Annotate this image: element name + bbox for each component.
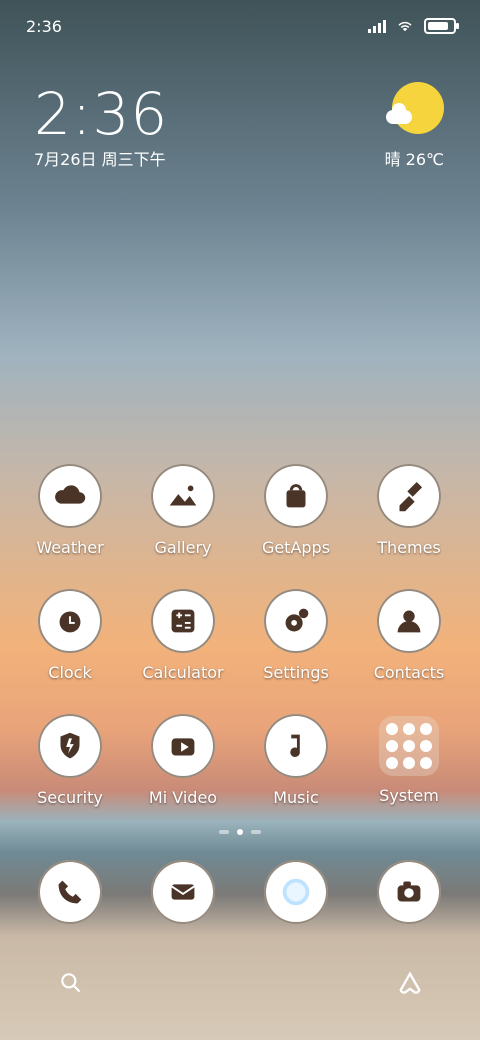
system-folder-icon [379,716,439,776]
app-themes[interactable]: Themes [354,464,464,557]
getapps-icon [264,464,328,528]
signal-icon [368,19,386,33]
app-mi-video[interactable]: Mi Video [128,714,238,807]
search-icon[interactable] [58,970,84,996]
clock-widget-date: 7月26日 周三下午 [34,150,166,169]
page-indicator [0,829,480,835]
security-icon [38,714,102,778]
contacts-icon [377,589,441,653]
app-weather[interactable]: Weather [15,464,125,557]
app-contacts[interactable]: Contacts [354,589,464,682]
app-settings[interactable]: Settings [241,589,351,682]
app-gallery[interactable]: Gallery [128,464,238,557]
weather-temp: 晴 26℃ [384,150,444,169]
app-clock[interactable]: Clock [15,589,125,682]
app-getapps[interactable]: GetApps [241,464,351,557]
camera-icon [377,860,441,924]
music-icon [264,714,328,778]
app-phone[interactable] [15,860,125,924]
browser-icon [264,860,328,924]
status-time: 2:36 [26,16,62,36]
calculator-icon [151,589,215,653]
app-music[interactable]: Music [241,714,351,807]
mail-icon [151,860,215,924]
phone-icon [38,860,102,924]
clock-widget-time[interactable]: 2:36 [34,80,168,148]
battery-icon [424,18,459,34]
themes-icon [377,464,441,528]
cloud-icon [386,103,412,124]
clock-icon [38,589,102,653]
wifi-icon [398,21,412,32]
app-mail[interactable] [128,860,238,924]
app-system-folder[interactable]: System [354,714,464,805]
app-browser[interactable] [241,860,351,924]
app-calculator[interactable]: Calculator [128,589,238,682]
app-camera[interactable] [354,860,464,924]
weather-app-icon [38,464,102,528]
settings-icon [264,589,328,653]
gallery-icon [151,464,215,528]
assistant-icon[interactable] [396,969,424,997]
dock [0,860,480,930]
mi-video-icon [151,714,215,778]
status-bar: 2:36 [26,14,459,38]
app-security[interactable]: Security [15,714,125,807]
